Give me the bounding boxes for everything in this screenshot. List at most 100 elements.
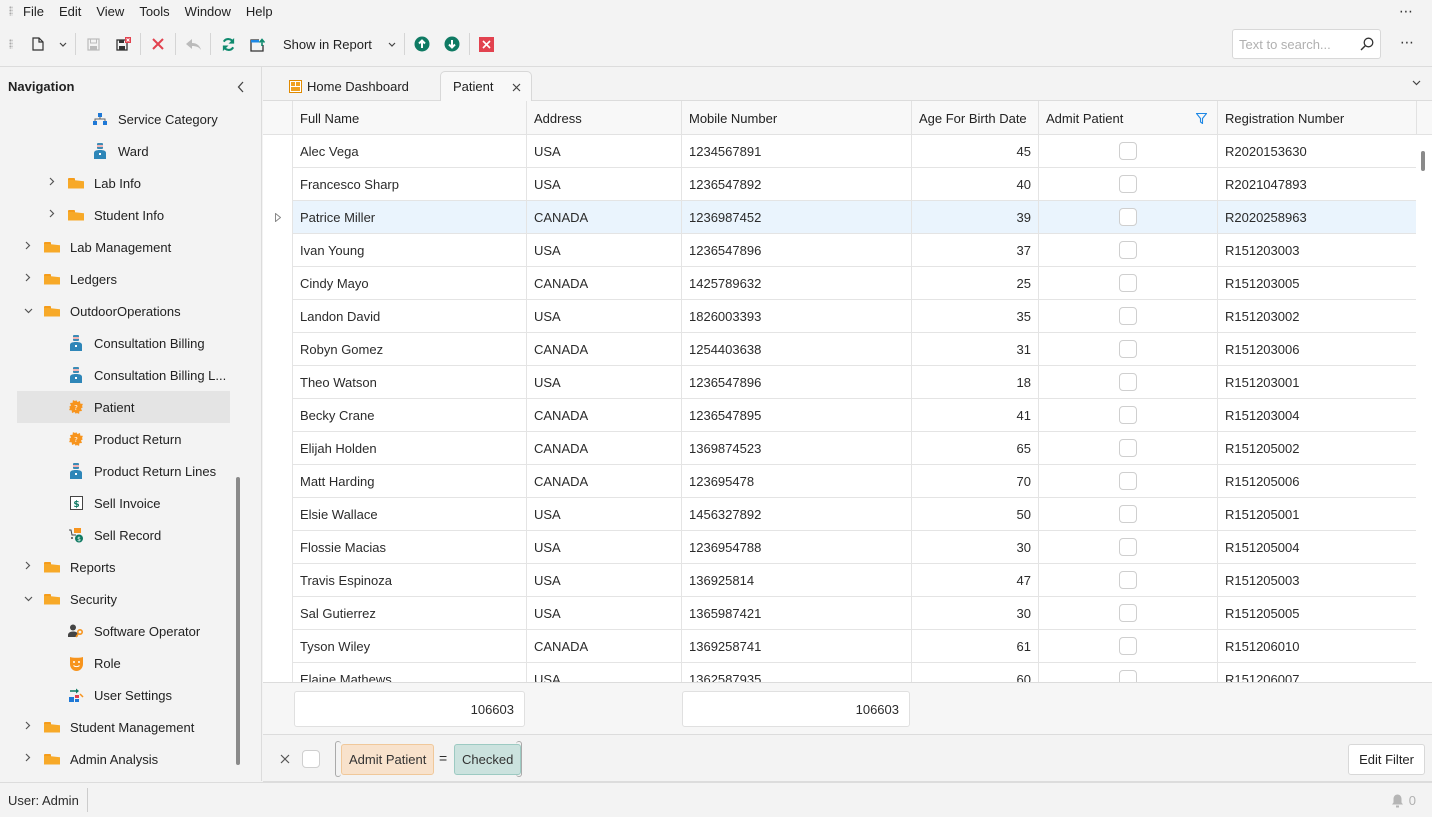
sidebar-item-student-management[interactable]: Student Management xyxy=(22,711,194,743)
cell-mobile-number[interactable]: 1236987452 xyxy=(681,201,911,234)
cell-registration-number[interactable]: R151203001 xyxy=(1217,366,1416,399)
table-row[interactable]: Sal Gutierrez USA 1365987421 30 R151205005 xyxy=(263,597,1416,630)
row-indicator[interactable] xyxy=(263,564,292,597)
cell-address[interactable]: USA xyxy=(526,135,681,168)
show-in-report-button[interactable]: Show in Report xyxy=(273,37,382,52)
cell-full-name[interactable]: Becky Crane xyxy=(292,399,526,432)
sidebar-item-consultation-billing-l[interactable]: Consultation Billing L... xyxy=(68,359,226,391)
menu-edit[interactable]: Edit xyxy=(59,4,81,19)
next-record-button[interactable] xyxy=(437,30,467,58)
cell-address[interactable]: CANADA xyxy=(526,267,681,300)
row-indicator[interactable] xyxy=(263,663,292,682)
edit-filter-button[interactable]: Edit Filter xyxy=(1348,744,1425,775)
toolbar-more-icon[interactable]: ⋯ xyxy=(1400,34,1414,51)
row-indicator[interactable] xyxy=(263,399,292,432)
cell-mobile-number[interactable]: 1254403638 xyxy=(681,333,911,366)
cell-address[interactable]: USA xyxy=(526,597,681,630)
cell-mobile-number[interactable]: 1236954788 xyxy=(681,531,911,564)
menu-help[interactable]: Help xyxy=(246,4,273,19)
previous-record-button[interactable] xyxy=(407,30,437,58)
cell-age[interactable]: 50 xyxy=(911,498,1038,531)
tab-patient[interactable]: Patient xyxy=(440,71,532,101)
cell-full-name[interactable]: Robyn Gomez xyxy=(292,333,526,366)
cell-age[interactable]: 30 xyxy=(911,597,1038,630)
cell-registration-number[interactable]: R151203004 xyxy=(1217,399,1416,432)
new-dropdown-button[interactable] xyxy=(53,30,73,58)
cell-full-name[interactable]: Cindy Mayo xyxy=(292,267,526,300)
admit-patient-checkbox[interactable] xyxy=(1119,208,1137,226)
admit-patient-checkbox[interactable] xyxy=(1119,373,1137,391)
table-row[interactable]: Alec Vega USA 1234567891 45 R2020153630 xyxy=(263,135,1416,168)
navigation-scrollbar[interactable] xyxy=(236,477,240,765)
cell-address[interactable]: USA xyxy=(526,168,681,201)
clear-filter-icon[interactable] xyxy=(280,754,290,764)
cell-registration-number[interactable]: R151203002 xyxy=(1217,300,1416,333)
sidebar-item-outdooroperations[interactable]: OutdoorOperations xyxy=(22,295,181,327)
admit-patient-checkbox[interactable] xyxy=(1119,241,1137,259)
cell-mobile-number[interactable]: 1236547892 xyxy=(681,168,911,201)
sidebar-item-product-return[interactable]: ? Product Return xyxy=(68,423,181,455)
chevron-right-icon[interactable] xyxy=(22,273,34,285)
tabs-dropdown-icon[interactable] xyxy=(1412,80,1421,86)
filter-value-chip[interactable]: Checked xyxy=(454,744,522,775)
cell-mobile-number[interactable]: 1236547896 xyxy=(681,366,911,399)
admit-patient-checkbox[interactable] xyxy=(1119,571,1137,589)
chevron-down-icon[interactable] xyxy=(22,305,34,317)
cell-address[interactable]: CANADA xyxy=(526,333,681,366)
cell-registration-number[interactable]: R151205002 xyxy=(1217,432,1416,465)
cell-full-name[interactable]: Alec Vega xyxy=(292,135,526,168)
admit-patient-checkbox[interactable] xyxy=(1119,505,1137,523)
cell-age[interactable]: 60 xyxy=(911,663,1038,682)
cell-full-name[interactable]: Patrice Miller xyxy=(292,201,526,234)
search-input[interactable] xyxy=(1239,36,1360,52)
cell-registration-number[interactable]: R151206010 xyxy=(1217,630,1416,663)
cell-address[interactable]: CANADA xyxy=(526,432,681,465)
notifications[interactable]: 0 xyxy=(1391,793,1416,808)
cell-registration-number[interactable]: R151205005 xyxy=(1217,597,1416,630)
cell-registration-number[interactable]: R151205006 xyxy=(1217,465,1416,498)
cell-address[interactable]: CANADA xyxy=(526,630,681,663)
cell-full-name[interactable]: Tyson Wiley xyxy=(292,630,526,663)
table-row[interactable]: Theo Watson USA 1236547896 18 R151203001 xyxy=(263,366,1416,399)
undo-button[interactable] xyxy=(178,30,208,58)
collapse-panel-icon[interactable] xyxy=(237,81,245,93)
cell-registration-number[interactable]: R151205001 xyxy=(1217,498,1416,531)
row-indicator[interactable] xyxy=(263,135,292,168)
cell-registration-number[interactable]: R2020258963 xyxy=(1217,201,1416,234)
sidebar-item-lab-info[interactable]: Lab Info xyxy=(46,167,141,199)
cell-address[interactable]: USA xyxy=(526,663,681,682)
sidebar-item-software-operator[interactable]: Software Operator xyxy=(68,615,200,647)
cell-mobile-number[interactable]: 1236547896 xyxy=(681,234,911,267)
cell-full-name[interactable]: Landon David xyxy=(292,300,526,333)
table-row[interactable]: Elsie Wallace USA 1456327892 50 R151205001 xyxy=(263,498,1416,531)
cell-address[interactable]: USA xyxy=(526,498,681,531)
cell-full-name[interactable]: Sal Gutierrez xyxy=(292,597,526,630)
cell-mobile-number[interactable]: 1456327892 xyxy=(681,498,911,531)
cell-address[interactable]: USA xyxy=(526,300,681,333)
sidebar-item-sell-record[interactable]: $ Sell Record xyxy=(68,519,161,551)
admit-patient-checkbox[interactable] xyxy=(1119,406,1137,424)
cell-mobile-number[interactable]: 1369258741 xyxy=(681,630,911,663)
row-indicator[interactable] xyxy=(263,630,292,663)
refresh-button[interactable] xyxy=(213,30,243,58)
tab-home-dashboard[interactable]: Home Dashboard xyxy=(289,71,409,101)
filter-enable-checkbox[interactable] xyxy=(302,750,320,768)
table-row[interactable]: Ivan Young USA 1236547896 37 R151203003 xyxy=(263,234,1416,267)
sidebar-item-lab-management[interactable]: Lab Management xyxy=(22,231,171,263)
cell-full-name[interactable]: Matt Harding xyxy=(292,465,526,498)
menu-view[interactable]: View xyxy=(96,4,124,19)
cell-age[interactable]: 18 xyxy=(911,366,1038,399)
search-icon[interactable] xyxy=(1360,37,1374,51)
cell-age[interactable]: 25 xyxy=(911,267,1038,300)
menu-file[interactable]: File xyxy=(23,4,44,19)
sidebar-item-student-info[interactable]: Student Info xyxy=(46,199,164,231)
admit-patient-checkbox[interactable] xyxy=(1119,670,1137,682)
cell-full-name[interactable]: Francesco Sharp xyxy=(292,168,526,201)
sidebar-item-ledgers[interactable]: Ledgers xyxy=(22,263,117,295)
close-tab-icon[interactable] xyxy=(512,83,521,92)
sidebar-item-product-return-lines[interactable]: Product Return Lines xyxy=(68,455,216,487)
row-indicator[interactable] xyxy=(263,168,292,201)
cell-age[interactable]: 65 xyxy=(911,432,1038,465)
sidebar-item-admin-analysis[interactable]: Admin Analysis xyxy=(22,743,158,775)
sidebar-item-ward[interactable]: Ward xyxy=(92,135,149,167)
